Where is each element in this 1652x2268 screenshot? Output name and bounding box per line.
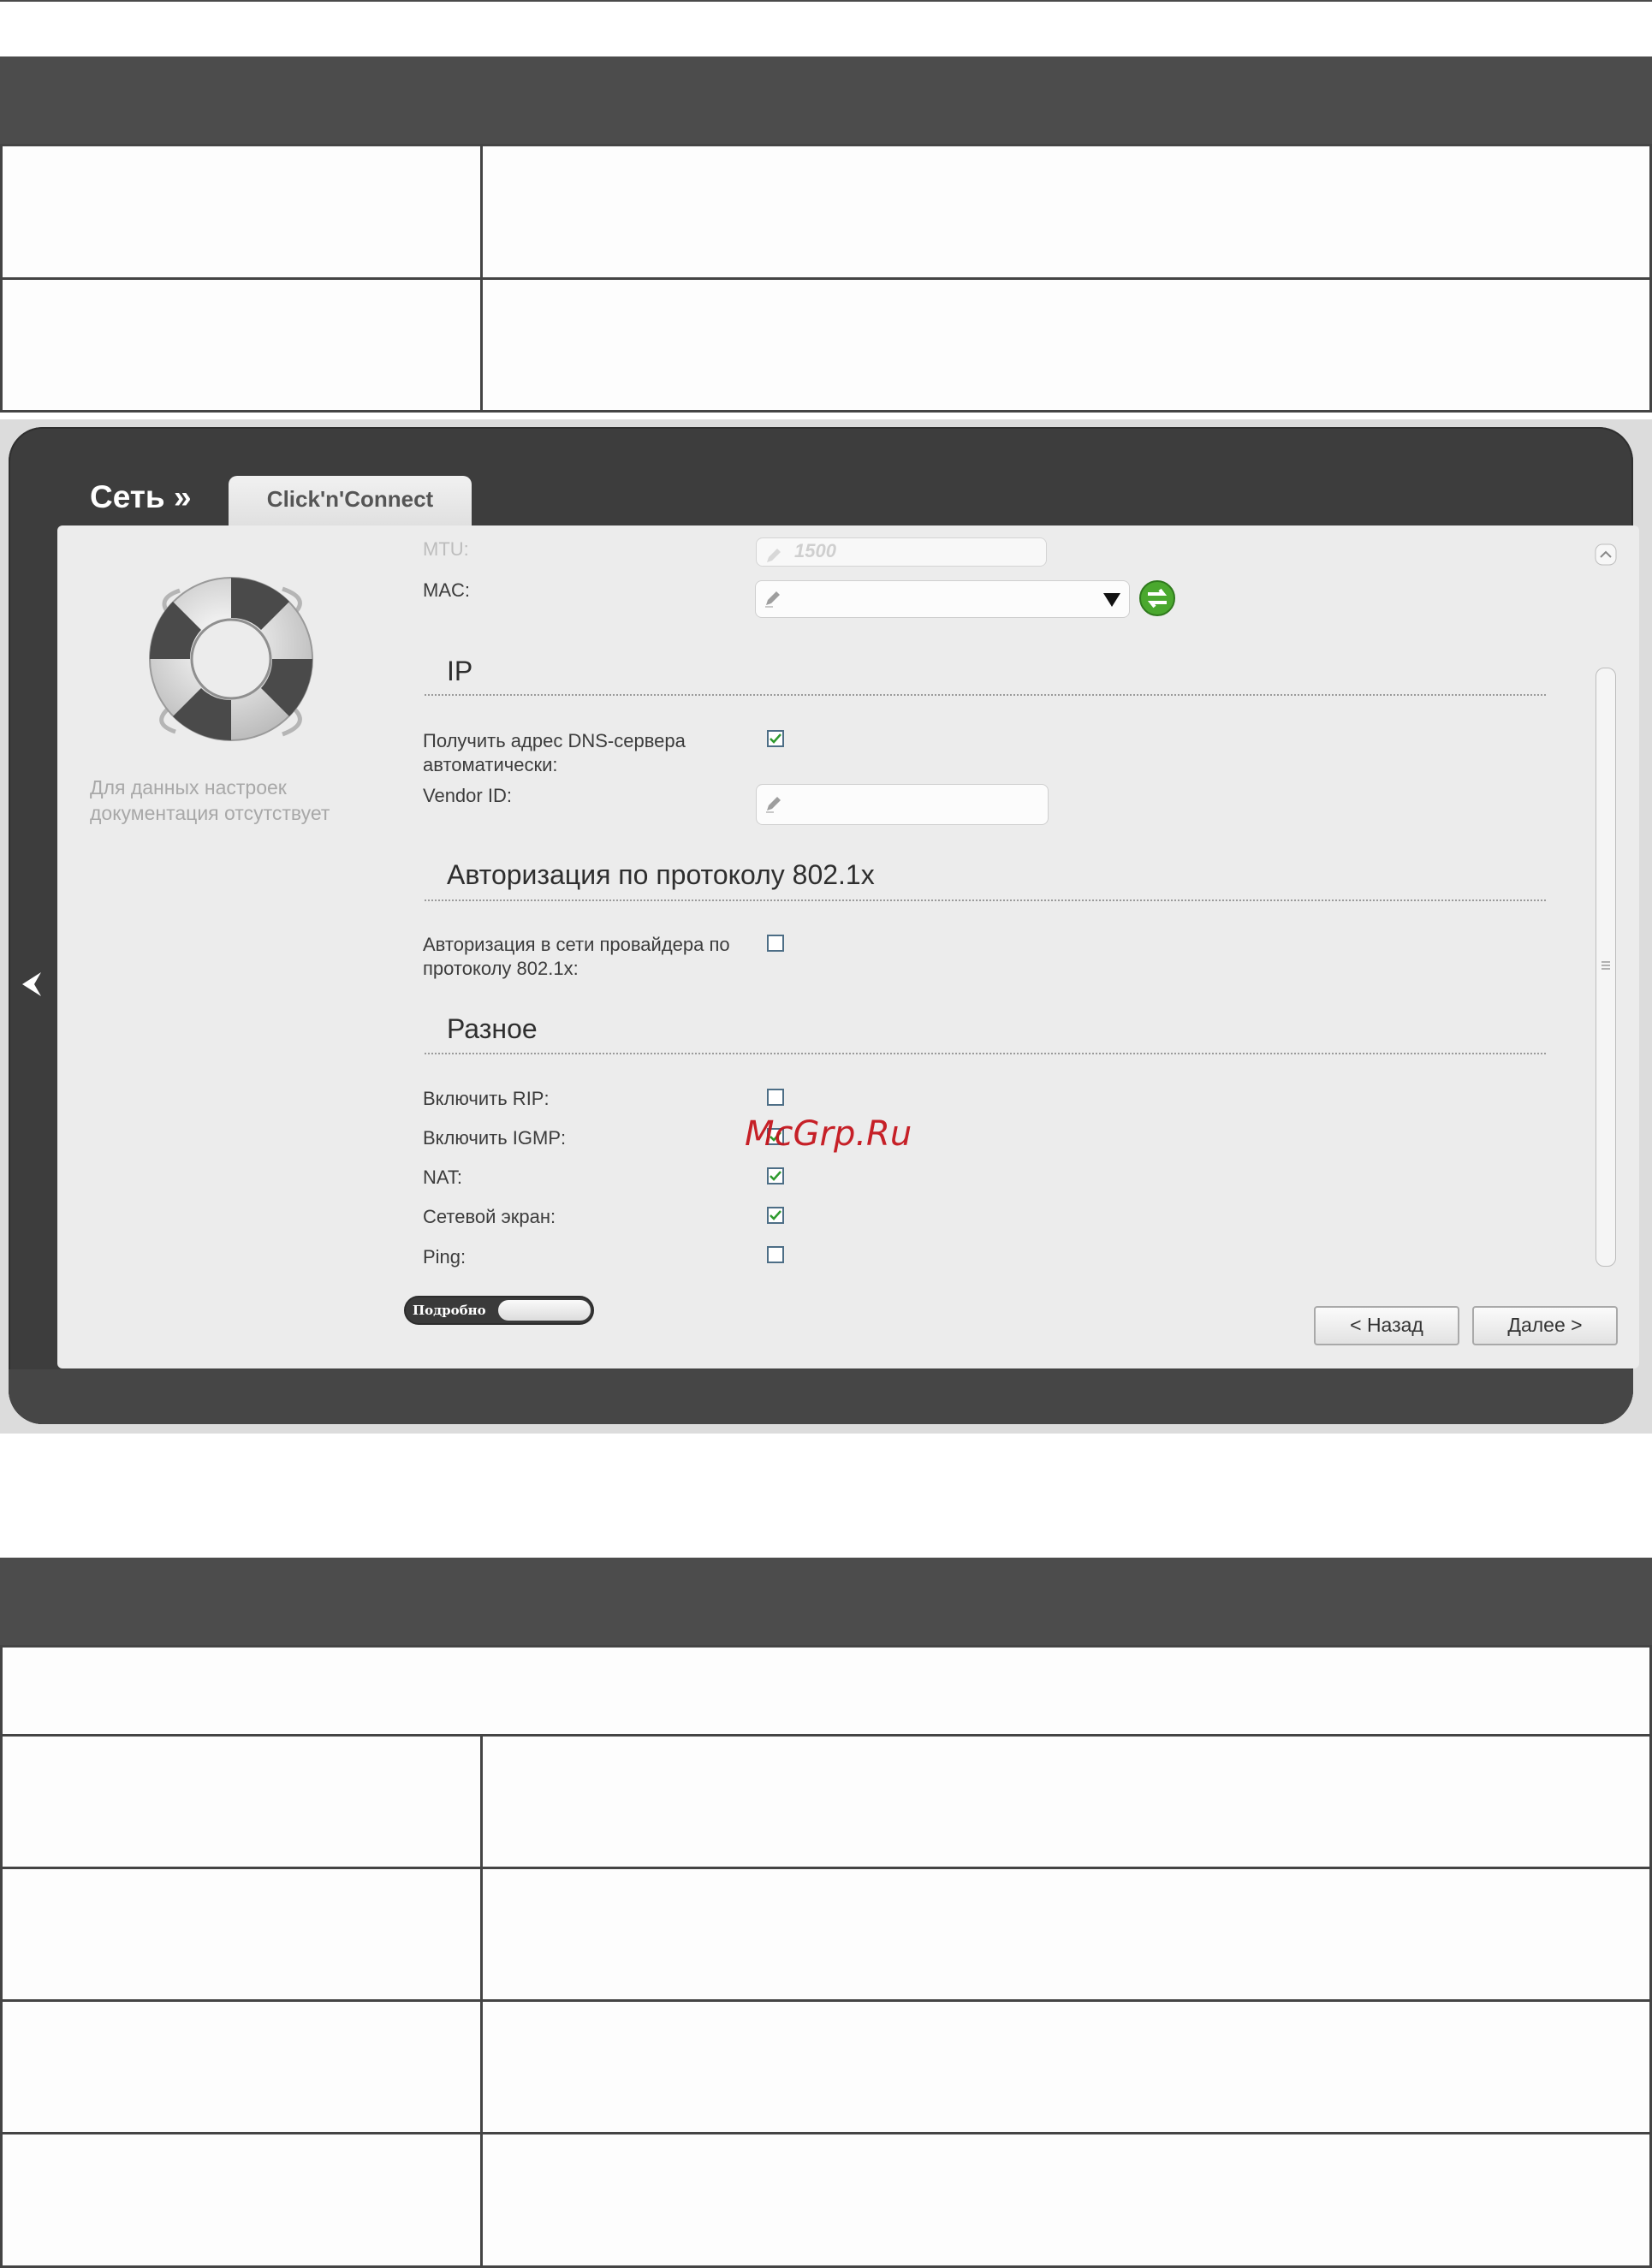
table2-header — [0, 1558, 1652, 1648]
lifebuoy-icon — [137, 565, 325, 753]
section-divider — [425, 899, 1546, 901]
nat-checkbox[interactable] — [767, 1167, 784, 1184]
scroll-up-icon[interactable] — [1590, 539, 1621, 570]
chevron-down-icon — [1103, 593, 1120, 607]
table1-row-1 — [0, 144, 1652, 280]
dns-auto-label-line1: Получить адрес DNS-сервера — [423, 730, 686, 751]
table2-row-1 — [0, 1734, 1652, 1869]
scrollbar-thumb[interactable] — [1596, 668, 1616, 1267]
ping-checkbox[interactable] — [767, 1246, 784, 1263]
back-arrow-icon[interactable] — [15, 967, 50, 1001]
section-title-ip: IP — [447, 656, 473, 686]
auth-label: Авторизация в сети провайдера по протоко… — [423, 933, 730, 981]
help-text-line1: Для данных настроек — [90, 776, 287, 799]
mtu-label: MTU: — [423, 538, 469, 560]
check-icon — [770, 733, 781, 744]
table2-row-4 — [0, 2132, 1652, 2268]
mac-label: MAC: — [423, 579, 470, 601]
vendor-id-label: Vendor ID: — [423, 785, 512, 806]
help-text-line2: документация отсутствует — [90, 802, 330, 824]
auth-label-line2: протоколу 802.1x: — [423, 958, 579, 979]
auth-label-line1: Авторизация в сети провайдера по — [423, 934, 730, 955]
firewall-label: Сетевой экран: — [423, 1206, 556, 1227]
back-button[interactable]: < Назад — [1314, 1306, 1459, 1345]
tab-click-n-connect[interactable]: Click'n'Connect — [229, 476, 472, 525]
igmp-label: Включить IGMP: — [423, 1127, 567, 1149]
mac-select[interactable] — [755, 580, 1130, 618]
table1-column-divider — [480, 144, 483, 413]
firewall-checkbox[interactable] — [767, 1207, 784, 1224]
refresh-icon — [1139, 580, 1175, 616]
ping-label: Ping: — [423, 1246, 466, 1268]
mtu-value: 1500 — [794, 540, 836, 561]
table2-row-3 — [0, 1999, 1652, 2134]
dns-auto-label-line2: автоматически: — [423, 754, 558, 775]
check-icon — [770, 1171, 781, 1181]
dns-auto-checkbox[interactable] — [767, 730, 784, 747]
details-toggle-knob[interactable] — [498, 1300, 591, 1321]
pencil-icon — [765, 591, 780, 608]
router-ui-frame-bottom — [9, 1369, 1633, 1424]
vendor-id-input[interactable] — [756, 784, 1049, 825]
details-toggle-label: Подробно — [413, 1303, 486, 1318]
details-toggle[interactable]: Подробно — [404, 1296, 594, 1325]
check-icon — [770, 1210, 781, 1220]
table2-row-full — [0, 1645, 1652, 1737]
mtu-field[interactable]: 1500 — [756, 537, 1047, 567]
help-text: Для данных настроек документация отсутст… — [90, 775, 364, 826]
table2-column-divider — [480, 1734, 483, 2268]
rip-label: Включить RIP: — [423, 1088, 550, 1109]
dns-auto-label: Получить адрес DNS-сервера автоматически… — [423, 729, 686, 777]
auth-checkbox[interactable] — [767, 935, 784, 952]
next-button[interactable]: Далее > — [1472, 1306, 1618, 1345]
pencil-icon — [766, 797, 781, 813]
table2-row-2 — [0, 1867, 1652, 2002]
page-top-rule — [0, 0, 1652, 2]
nat-label: NAT: — [423, 1167, 463, 1188]
grip-icon — [1601, 961, 1610, 970]
section-title-misc: Разное — [447, 1013, 538, 1044]
watermark-text: McGrp.Ru — [745, 1114, 912, 1154]
table1-header — [0, 56, 1652, 146]
refresh-mac-button[interactable] — [1138, 579, 1176, 617]
table1-row-2 — [0, 277, 1652, 413]
section-title-auth: Авторизация по протоколу 802.1x — [447, 859, 875, 890]
pencil-icon — [767, 549, 781, 562]
section-divider — [425, 1053, 1546, 1054]
breadcrumb[interactable]: Сеть » — [90, 479, 192, 515]
rip-checkbox[interactable] — [767, 1089, 784, 1106]
section-divider — [425, 694, 1546, 696]
